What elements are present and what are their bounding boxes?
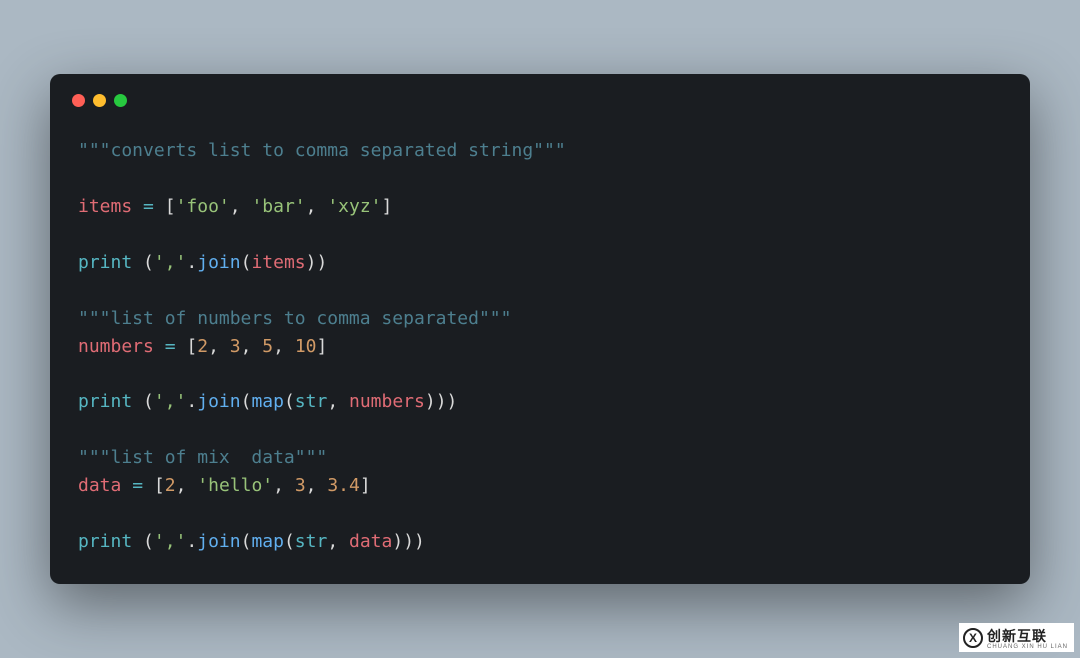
zoom-icon[interactable] xyxy=(114,94,127,107)
code-window: """converts list to comma separated stri… xyxy=(50,74,1030,583)
watermark-sub: CHUANG XIN HU LIAN xyxy=(987,644,1068,650)
watermark-logo-icon: X xyxy=(963,628,983,648)
watermark-brand: 创新互联 xyxy=(987,626,1068,646)
window-titlebar xyxy=(50,74,1030,129)
code-block: """converts list to comma separated stri… xyxy=(50,129,1030,555)
watermark: X 创新互联 CHUANG XIN HU LIAN xyxy=(959,623,1074,652)
minimize-icon[interactable] xyxy=(93,94,106,107)
close-icon[interactable] xyxy=(72,94,85,107)
